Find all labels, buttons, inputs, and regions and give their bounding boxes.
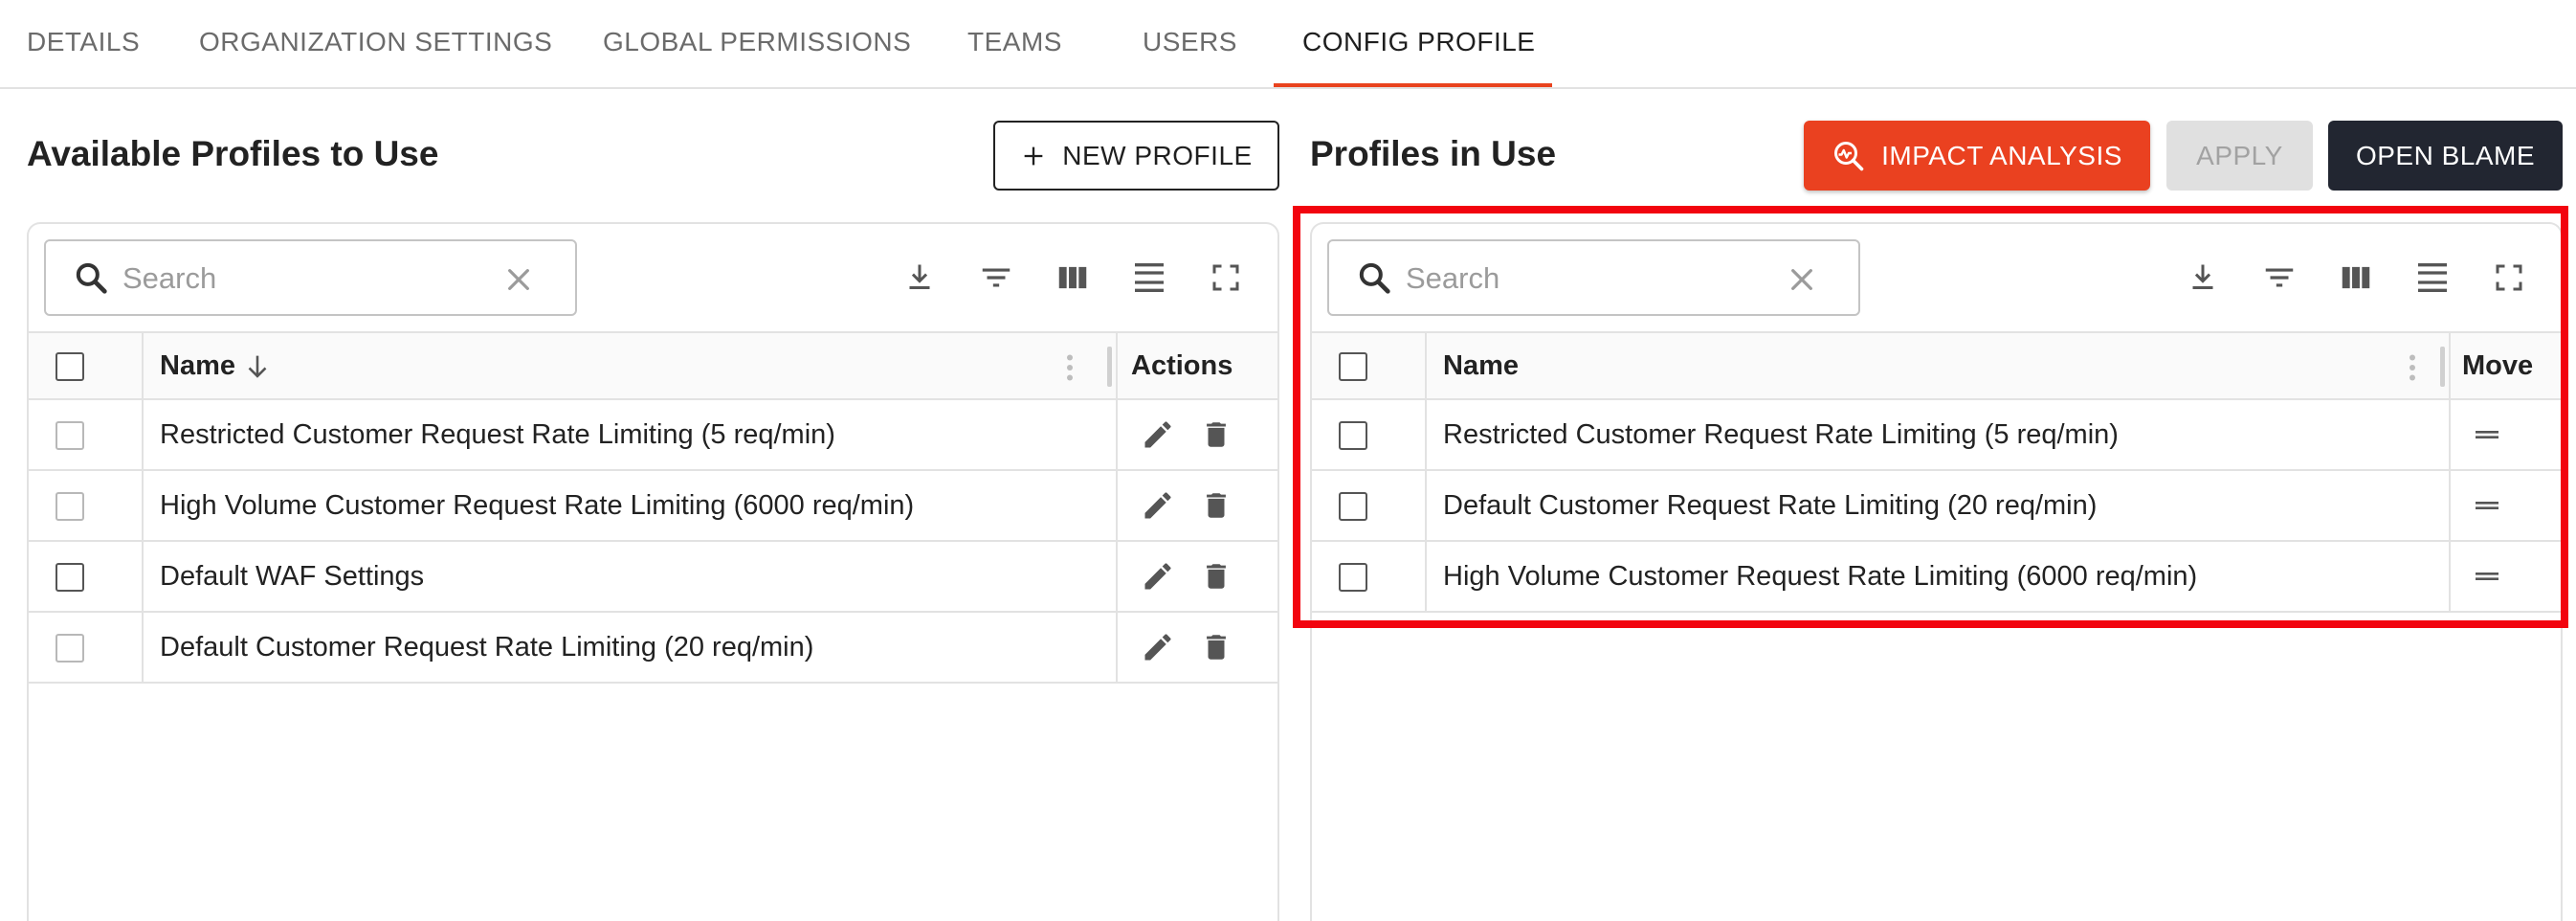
column-divider bbox=[142, 471, 144, 540]
fullscreen-icon[interactable] bbox=[1205, 257, 1247, 299]
name-column-header[interactable]: Name bbox=[160, 333, 235, 400]
profile-name: High Volume Customer Request Rate Limiti… bbox=[160, 490, 915, 521]
column-divider bbox=[142, 613, 144, 682]
select-all-checkbox[interactable] bbox=[56, 352, 84, 381]
download-icon[interactable] bbox=[899, 257, 941, 299]
row-checkbox[interactable] bbox=[56, 563, 84, 592]
impact-analysis-icon bbox=[1834, 141, 1864, 170]
row-checkbox[interactable] bbox=[56, 634, 84, 663]
delete-icon[interactable] bbox=[1200, 488, 1232, 523]
edit-icon[interactable] bbox=[1141, 488, 1175, 523]
profiles-in-use-title: Profiles in Use bbox=[1310, 134, 1557, 173]
tab-details[interactable]: DETAILS bbox=[27, 0, 140, 87]
impact-analysis-button[interactable]: IMPACT ANALYSIS bbox=[1804, 121, 2150, 191]
apply-button[interactable]: APPLY bbox=[2166, 121, 2313, 191]
edit-icon[interactable] bbox=[1141, 417, 1175, 452]
row-checkbox[interactable] bbox=[56, 492, 84, 521]
highlight-box bbox=[1293, 206, 2568, 628]
left-search-box[interactable] bbox=[44, 239, 577, 316]
column-divider bbox=[1116, 471, 1118, 540]
column-divider bbox=[1116, 613, 1118, 682]
table-row[interactable]: Default Customer Request Rate Limiting (… bbox=[29, 613, 1277, 684]
column-resizer[interactable] bbox=[1107, 347, 1112, 387]
row-checkbox[interactable] bbox=[56, 421, 84, 450]
tab-global-permissions[interactable]: GLOBAL PERMISSIONS bbox=[603, 0, 911, 87]
table-row[interactable]: High Volume Customer Request Rate Limiti… bbox=[29, 471, 1277, 542]
search-icon bbox=[76, 262, 107, 294]
left-search-input[interactable] bbox=[122, 255, 467, 303]
plus-icon bbox=[1024, 146, 1043, 165]
profile-name: Default WAF Settings bbox=[160, 561, 425, 592]
actions-column-header: Actions bbox=[1131, 350, 1233, 381]
delete-icon[interactable] bbox=[1200, 559, 1232, 594]
table-row[interactable]: Restricted Customer Request Rate Limitin… bbox=[29, 400, 1277, 471]
available-profiles-title: Available Profiles to Use bbox=[27, 134, 439, 173]
table-row[interactable]: Default WAF Settings bbox=[29, 542, 1277, 613]
column-divider bbox=[142, 542, 144, 611]
profile-name: Default Customer Request Rate Limiting (… bbox=[160, 632, 814, 663]
tab-config-profile[interactable]: CONFIG PROFILE bbox=[1302, 0, 1535, 87]
sort-arrow-down-icon[interactable] bbox=[241, 350, 274, 383]
tab-teams[interactable]: TEAMS bbox=[967, 0, 1062, 87]
column-menu-icon[interactable] bbox=[1062, 350, 1077, 385]
open-blame-button[interactable]: OPEN BLAME bbox=[2328, 121, 2563, 191]
edit-icon[interactable] bbox=[1141, 630, 1175, 664]
available-profiles-panel: Name Actions Restricted Customer Request… bbox=[27, 222, 1279, 921]
edit-icon[interactable] bbox=[1141, 559, 1175, 594]
columns-icon[interactable] bbox=[1052, 257, 1094, 299]
density-icon[interactable] bbox=[1128, 257, 1170, 299]
profile-name: Restricted Customer Request Rate Limitin… bbox=[160, 419, 835, 450]
column-divider bbox=[1116, 542, 1118, 611]
active-tab-indicator bbox=[1274, 83, 1552, 87]
tab-bar: DETAILS ORGANIZATION SETTINGS GLOBAL PER… bbox=[0, 0, 2576, 89]
impact-analysis-label: IMPACT ANALYSIS bbox=[1881, 140, 2122, 170]
clear-icon[interactable] bbox=[503, 264, 534, 295]
new-profile-label: NEW PROFILE bbox=[1062, 140, 1253, 170]
delete-icon[interactable] bbox=[1200, 417, 1232, 452]
column-divider bbox=[1116, 333, 1118, 400]
column-divider bbox=[1116, 400, 1118, 469]
column-divider bbox=[142, 400, 144, 469]
column-divider bbox=[142, 333, 144, 400]
tab-organization-settings[interactable]: ORGANIZATION SETTINGS bbox=[199, 0, 552, 87]
left-table-header: Name Actions bbox=[29, 331, 1277, 400]
filter-icon[interactable] bbox=[975, 257, 1017, 299]
new-profile-button[interactable]: NEW PROFILE bbox=[993, 121, 1279, 191]
tab-users[interactable]: USERS bbox=[1143, 0, 1237, 87]
delete-icon[interactable] bbox=[1200, 630, 1232, 664]
